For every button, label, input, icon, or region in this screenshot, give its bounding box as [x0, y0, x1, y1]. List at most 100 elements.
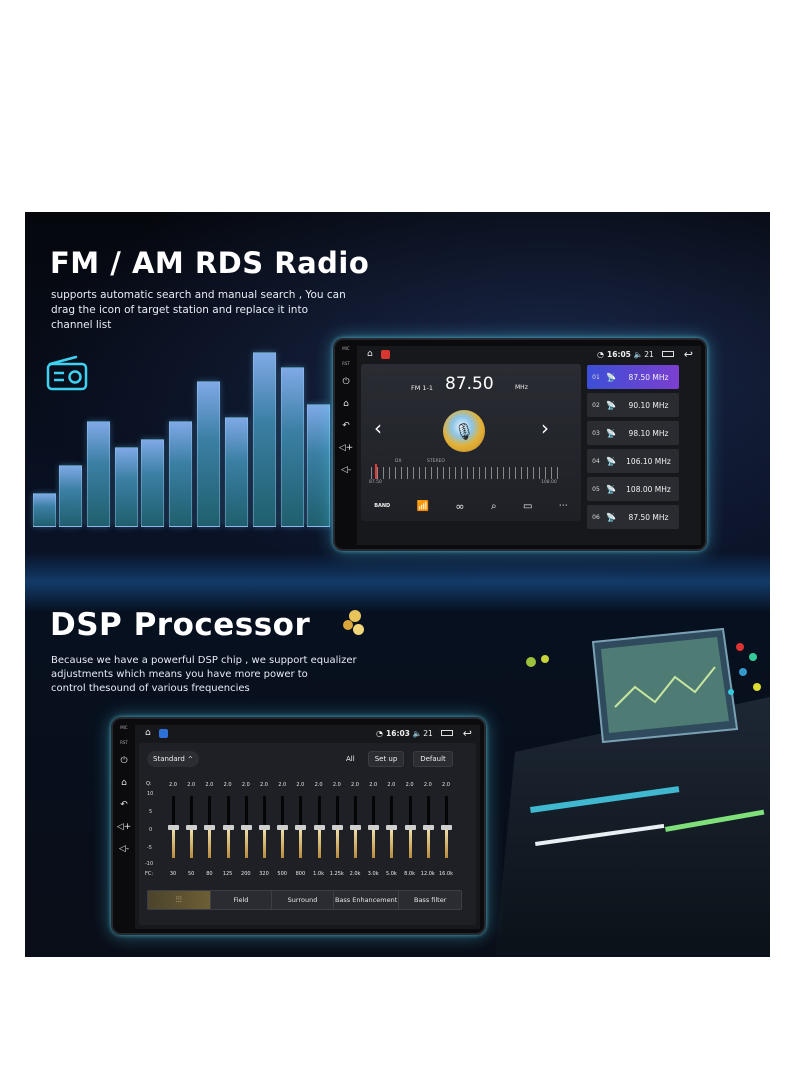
volume-up-icon[interactable]: ◁+: [339, 442, 353, 454]
eq-slider-handle[interactable]: [331, 825, 343, 830]
eq-slider-handle[interactable]: [168, 825, 179, 830]
tab-bass-enhancement[interactable]: Bass Enhancement: [332, 891, 399, 909]
eq-band[interactable]: 2.0 3.0k: [364, 782, 382, 882]
fm-section-description: supports automatic search and manual sea…: [51, 288, 381, 333]
eq-q-value[interactable]: 2.0: [200, 782, 218, 788]
eq-q-value[interactable]: 2.0: [328, 782, 346, 788]
eq-slider-handle[interactable]: [404, 825, 416, 830]
eq-slider-fill: [190, 827, 194, 858]
eq-band[interactable]: 2.0 800: [291, 782, 309, 882]
eq-band[interactable]: 2.0 80: [200, 782, 218, 882]
preset-item[interactable]: 06 📡 87.50 MHz: [587, 505, 679, 529]
home-icon[interactable]: ⌂: [118, 777, 130, 789]
back-icon[interactable]: ↶: [118, 799, 130, 811]
preset-item[interactable]: 02 📡 90.10 MHz: [587, 393, 679, 417]
eq-q-value[interactable]: 2.0: [255, 782, 273, 788]
eq-slider-handle[interactable]: [186, 825, 198, 830]
volume-down-icon[interactable]: ◁-: [340, 464, 352, 476]
tab-surround[interactable]: Surround: [271, 891, 333, 909]
radio-toolbar: BAND 📶 ∞ ⌕ ▭ ⋯: [361, 494, 581, 518]
eq-slider-handle[interactable]: [368, 825, 380, 830]
preset-item[interactable]: 03 📡 98.10 MHz: [587, 421, 679, 445]
band-button[interactable]: BAND: [374, 503, 390, 509]
frequency-scale[interactable]: [371, 467, 559, 479]
eq-band[interactable]: 2.0 320: [255, 782, 273, 882]
eq-slider-handle[interactable]: [204, 825, 216, 830]
volume-icon: 🔈: [633, 349, 644, 359]
eq-slider-handle[interactable]: [259, 825, 270, 830]
eq-slider-handle[interactable]: [222, 825, 234, 830]
viz-bar: [59, 465, 82, 527]
viz-bar: [197, 381, 220, 527]
save-icon[interactable]: ▭: [523, 501, 532, 512]
power-icon[interactable]: ⏻: [118, 755, 130, 767]
eq-slider-handle[interactable]: [350, 825, 361, 830]
eq-band[interactable]: 2.0 2.0k: [346, 782, 364, 882]
eq-slider-handle[interactable]: [240, 825, 252, 830]
preset-frequency: 108.00 MHz: [626, 484, 671, 494]
eq-band[interactable]: 2.0 125: [219, 782, 237, 882]
volume-down-icon[interactable]: ◁-: [118, 843, 130, 855]
eq-band[interactable]: 2.0 1.0k: [310, 782, 328, 882]
home-icon[interactable]: ⌂: [367, 349, 373, 359]
tuning-marker[interactable]: [375, 464, 377, 479]
tab-equalizer[interactable]: ⫶⫶⫶: [148, 891, 210, 909]
mic-label: MIC: [120, 725, 128, 730]
tab-bass-filter[interactable]: Bass filter: [398, 891, 461, 909]
eq-slider-handle[interactable]: [441, 825, 452, 830]
preset-frequency: 98.10 MHz: [628, 428, 669, 438]
eq-q-value[interactable]: 2.0: [401, 782, 419, 788]
eq-q-value[interactable]: 2.0: [182, 782, 200, 788]
more-icon[interactable]: ⋯: [559, 501, 568, 511]
eq-band[interactable]: 2.0 8.0k: [401, 782, 419, 882]
eq-q-value[interactable]: 2.0: [164, 782, 182, 788]
eq-q-value[interactable]: 2.0: [437, 782, 455, 788]
seek-prev-button[interactable]: ‹: [374, 416, 382, 440]
app-icon[interactable]: [380, 349, 390, 359]
preset-item[interactable]: 05 📡 108.00 MHz: [587, 477, 679, 501]
description-line: control thesound of various frequencies: [51, 683, 250, 694]
back-arrow-icon[interactable]: ↩: [684, 348, 693, 361]
eq-frequency-label: 12.0k: [420, 871, 435, 877]
preset-item[interactable]: 04 📡 106.10 MHz: [587, 449, 679, 473]
eq-q-value[interactable]: 2.0: [237, 782, 255, 788]
home-icon[interactable]: ⌂: [340, 398, 352, 410]
eq-slider-handle[interactable]: [277, 825, 289, 830]
eq-band[interactable]: 2.0 1.25k: [328, 782, 346, 882]
eq-band[interactable]: 2.0 200: [237, 782, 255, 882]
eq-slider-handle[interactable]: [386, 825, 398, 830]
eq-slider-handle[interactable]: [295, 825, 307, 830]
eq-band[interactable]: 2.0 50: [182, 782, 200, 882]
eq-slider-handle[interactable]: [422, 825, 434, 830]
seek-next-button[interactable]: ›: [541, 416, 549, 440]
eq-q-value[interactable]: 2.0: [346, 782, 364, 788]
scan-icon[interactable]: ⌕: [491, 501, 497, 512]
eq-band[interactable]: 2.0 12.0k: [419, 782, 437, 882]
eq-q-value[interactable]: 2.0: [364, 782, 382, 788]
scale-max: 108.00: [541, 480, 557, 485]
rst-label: RST: [342, 361, 350, 366]
eq-band[interactable]: 2.0 30: [164, 782, 182, 882]
preset-item[interactable]: 01 📡 87.50 MHz: [587, 365, 679, 389]
volume-up-icon[interactable]: ◁+: [117, 821, 131, 833]
eq-band[interactable]: 2.0 16.0k: [437, 782, 455, 882]
eq-q-value[interactable]: 2.0: [382, 782, 400, 788]
back-icon[interactable]: ↶: [340, 420, 352, 432]
eq-q-value[interactable]: 2.0: [291, 782, 309, 788]
eq-q-value[interactable]: 2.0: [219, 782, 237, 788]
eq-q-value[interactable]: 2.0: [273, 782, 291, 788]
dsp-section-description: Because we have a powerful DSP chip , we…: [51, 654, 371, 696]
tab-field[interactable]: Field: [209, 891, 272, 909]
eq-q-value[interactable]: 2.0: [310, 782, 328, 788]
dsp-section-title: DSP Processor: [50, 607, 311, 643]
eq-band[interactable]: 2.0 5.0k: [382, 782, 400, 882]
eq-slider-handle[interactable]: [313, 825, 325, 830]
stereo-icon[interactable]: ∞: [455, 500, 464, 513]
eq-q-value[interactable]: 2.0: [419, 782, 437, 788]
preset-number: 03: [592, 429, 600, 437]
viz-bar: [115, 447, 138, 527]
eq-band[interactable]: 2.0 500: [273, 782, 291, 882]
antenna-icon[interactable]: 📶: [417, 501, 429, 512]
eq-frequency-label: 320: [259, 871, 269, 877]
power-icon[interactable]: ⏻: [340, 376, 352, 388]
